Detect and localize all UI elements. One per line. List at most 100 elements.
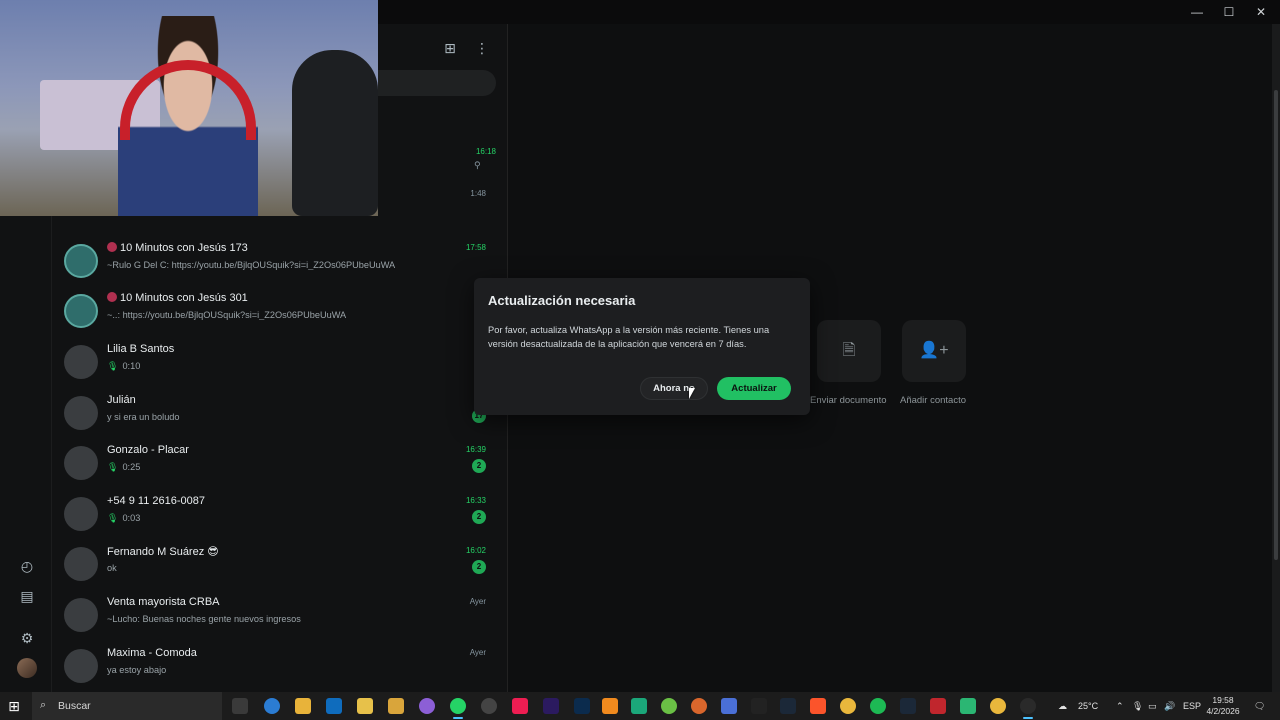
- chat-list-item[interactable]: Maxima - Comoda ya estoy abajo Ayer: [52, 641, 498, 691]
- chat-time: 16:18: [475, 147, 496, 156]
- mic-icon[interactable]: 🎙: [1132, 692, 1143, 720]
- task-view-icon[interactable]: [232, 698, 248, 714]
- status-icon[interactable]: ◴: [17, 556, 37, 576]
- clock[interactable]: 19:58 4/2/2026: [1200, 695, 1246, 717]
- chat-name-text: 10 Minutos con Jesús 173: [120, 242, 248, 254]
- app-icon[interactable]: [960, 698, 976, 714]
- notifications-icon[interactable]: 🗨: [1254, 692, 1265, 720]
- not-now-button[interactable]: Ahora no: [640, 377, 708, 400]
- document-icon[interactable]: 🗎: [817, 320, 881, 382]
- gamepad-icon[interactable]: [721, 698, 737, 714]
- clock-date: 4/2/2026: [1206, 706, 1240, 716]
- edge-icon[interactable]: [264, 698, 280, 714]
- chat-name: Maxima - Comoda: [107, 647, 197, 659]
- obs-icon[interactable]: [481, 698, 497, 714]
- taskbar-search[interactable]: ⌕ Buscar: [32, 692, 222, 720]
- steam-icon[interactable]: [780, 698, 796, 714]
- chat-preview-text: 0:10: [122, 361, 141, 371]
- app-icon[interactable]: [1020, 698, 1036, 719]
- avatar: [64, 345, 98, 379]
- avatar: [64, 396, 98, 430]
- app-icon[interactable]: [357, 698, 373, 714]
- language-indicator[interactable]: ESP: [1183, 692, 1201, 720]
- mouse-cursor: [689, 388, 695, 399]
- chat-time: 16:33: [465, 496, 486, 505]
- volume-icon[interactable]: 🔊: [1164, 692, 1175, 720]
- unread-badge: 2: [472, 560, 486, 574]
- discord-icon[interactable]: [419, 698, 435, 714]
- chat-name-text: +54 9 11 2616-0087: [107, 495, 205, 507]
- chat-list-item[interactable]: 10 Minutos con Jesús 173 ~Rulo G Del C: h…: [52, 236, 498, 286]
- profile-avatar[interactable]: [17, 658, 37, 678]
- maximize-button[interactable]: ☐: [1212, 0, 1246, 24]
- pin-icon: ⚲: [474, 160, 481, 170]
- chat-name-text: Fernando M Suárez 😎: [107, 546, 219, 558]
- network-icon[interactable]: ▭: [1148, 692, 1157, 720]
- chat-list-item[interactable]: Juliány si era un boludo1717: [52, 388, 498, 438]
- add-contact-icon[interactable]: 👤+: [902, 320, 966, 382]
- app-icon[interactable]: [661, 698, 677, 714]
- brave-icon[interactable]: [810, 698, 826, 714]
- menu-icon[interactable]: ⋮: [474, 40, 490, 56]
- photoshop-icon[interactable]: [574, 698, 590, 714]
- channels-icon[interactable]: ▤: [17, 586, 37, 606]
- update-button[interactable]: Actualizar: [717, 377, 791, 400]
- chat-preview: ~..: https://youtu.be/BjlqOUSquik?si=i_Z…: [107, 310, 346, 320]
- chat-list-item[interactable]: 10 Minutos con Jesús 301 ~..: https://you…: [52, 286, 498, 336]
- chat-preview-text: y si era un boludo: [107, 412, 180, 422]
- dialog-body: Por favor, actualiza WhatsApp a la versi…: [488, 325, 770, 349]
- chat-list-item[interactable]: Lilia B Santos🎙0:1017: [52, 337, 498, 387]
- store-icon[interactable]: [326, 698, 342, 714]
- spotify-icon[interactable]: [870, 698, 886, 714]
- chat-preview-text: 0:25: [122, 462, 141, 472]
- chat-preview: 🎙 0:25: [107, 462, 140, 473]
- voicemeeter-icon[interactable]: [930, 698, 946, 714]
- red-dot-icon: [107, 242, 117, 252]
- weather-temp[interactable]: 25°C: [1078, 692, 1098, 720]
- chat-time: Ayer: [469, 648, 486, 657]
- chat-name-text: Venta mayorista CRBA: [107, 596, 220, 608]
- chat-preview: 🎙 0:10: [107, 361, 140, 372]
- premiere-icon[interactable]: [543, 698, 559, 714]
- chrome-icon[interactable]: [840, 698, 856, 714]
- chat-preview-text: 0:03: [122, 513, 141, 523]
- avatar: [64, 547, 98, 581]
- chat-list-item[interactable]: Fernando M Suárez 😎 ok 16:02 2: [52, 539, 498, 589]
- add-contact-label: Añadir contacto: [900, 395, 967, 406]
- scroll-thumb[interactable]: [1274, 90, 1278, 560]
- taskbar-search-label: Buscar: [58, 700, 91, 712]
- tray-arrow-icon[interactable]: ⌃: [1116, 692, 1124, 720]
- whatsapp-icon[interactable]: [450, 698, 466, 719]
- weather-icon[interactable]: ☁: [1058, 692, 1067, 720]
- windows-start-icon[interactable]: ⊞: [6, 698, 22, 714]
- chat-name-text: Maxima - Comoda: [107, 647, 197, 659]
- chat-list-item[interactable]: Gonzalo - Placar 🎙 0:25 16:39 2: [52, 438, 498, 488]
- chat-list-item[interactable]: Venta mayorista CRBA ~Lucho: Buenas noche…: [52, 590, 498, 640]
- chat-preview: ya estoy abajo: [107, 665, 166, 675]
- new-chat-icon[interactable]: ⊞: [442, 40, 458, 56]
- chat-preview: ~Rulo G Del C: https://youtu.be/BjlqOUSq…: [107, 260, 395, 270]
- chrome-icon[interactable]: [990, 698, 1006, 714]
- epic-games-icon[interactable]: [751, 698, 767, 714]
- steam-icon[interactable]: [900, 698, 916, 714]
- red-dot-icon: [107, 292, 117, 302]
- search-icon: ⌕: [40, 699, 47, 711]
- close-button[interactable]: ✕: [1244, 0, 1278, 24]
- minimize-button[interactable]: —: [1180, 0, 1214, 24]
- folder-icon[interactable]: [388, 698, 404, 714]
- chat-name-text: Lilia B Santos: [107, 343, 175, 355]
- chat-name-text: Julián: [107, 394, 136, 406]
- file-explorer-icon[interactable]: [295, 698, 311, 714]
- chat-name: Venta mayorista CRBA: [107, 596, 220, 608]
- chat-list-item[interactable]: +54 9 11 2616-0087 🎙 0:03 16:33 2: [52, 489, 498, 539]
- app-icon[interactable]: [631, 698, 647, 714]
- chat-time: 1:48: [470, 189, 486, 198]
- avatar: [64, 598, 98, 632]
- chat-time: 17:58: [465, 243, 486, 252]
- tiktok-icon[interactable]: [512, 698, 528, 714]
- taskbar: ⊞ ⌕ Buscar ☁ 25°C ⌃ 🎙 ▭ 🔊 ESP 19:58 4/2/…: [0, 692, 1280, 720]
- settings-icon[interactable]: ⚙: [17, 628, 37, 648]
- vlc-icon[interactable]: [602, 698, 618, 714]
- chat-preview: ok: [107, 563, 117, 573]
- app-icon[interactable]: [691, 698, 707, 714]
